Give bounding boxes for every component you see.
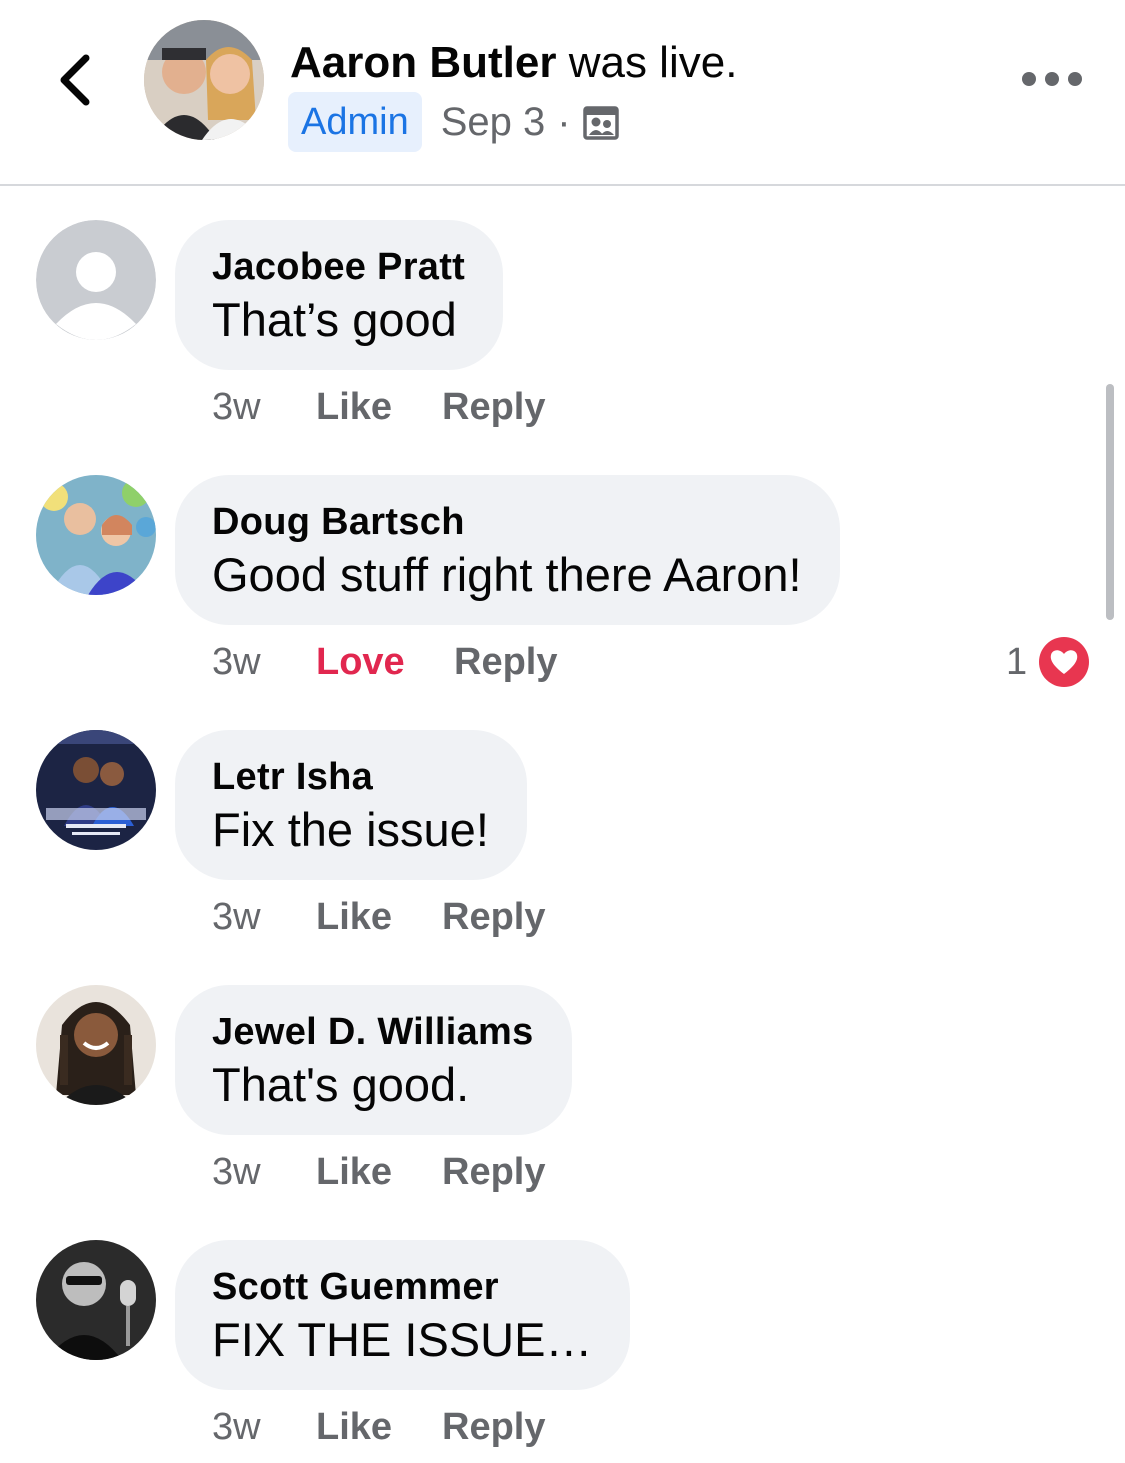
comment-bubble[interactable]: Scott Guemmer FIX THE ISSUE… — [175, 1240, 631, 1390]
comment-item: Jewel D. Williams That's good. 3w Like R… — [0, 985, 1125, 1205]
comment-bubble[interactable]: Jacobee Pratt That’s good — [175, 220, 504, 370]
post-title: Aaron Butler was live. — [290, 38, 737, 88]
comment-actions: 3w Like Reply — [212, 1147, 545, 1197]
reply-button[interactable]: Reply — [442, 1406, 545, 1449]
reply-button[interactable]: Reply — [442, 386, 545, 429]
commenter-avatar[interactable] — [36, 985, 156, 1105]
reply-button[interactable]: Reply — [442, 896, 545, 939]
comment-text: Good stuff right there Aaron! — [212, 548, 802, 601]
comment-bubble[interactable]: Jewel D. Williams That's good. — [175, 985, 572, 1135]
reply-button[interactable]: Reply — [454, 641, 557, 684]
reaction-count: 1 — [1006, 640, 1028, 683]
host-name[interactable]: Aaron Butler — [290, 38, 556, 87]
comment-text: Fix the issue! — [212, 803, 489, 856]
comment-text: That’s good — [212, 293, 457, 346]
post-date[interactable]: Sep 3 — [441, 100, 546, 145]
commenter-name[interactable]: Scott Guemmer — [212, 1264, 592, 1310]
comment-item: Jacobee Pratt That’s good 3w Like Reply — [0, 220, 1125, 440]
default-avatar-icon[interactable] — [36, 220, 156, 340]
like-button[interactable]: Like — [316, 386, 442, 429]
comment-actions: 3w Like Reply — [212, 892, 545, 942]
more-options-icon — [1068, 72, 1082, 86]
commenter-avatar[interactable] — [36, 730, 156, 850]
comment-actions: 3w Like Reply — [212, 382, 545, 432]
comment-actions: 3w Like Reply — [212, 1402, 545, 1452]
chevron-left-icon — [60, 54, 90, 106]
comment-item: Letr Isha Fix the issue! 3w Like Reply — [0, 730, 1125, 950]
heart-icon — [1039, 637, 1090, 687]
comment-text: FIX THE ISSUE… — [212, 1313, 593, 1366]
comment-time[interactable]: 3w — [212, 386, 316, 429]
meta-separator: · — [557, 99, 571, 144]
commenter-avatar[interactable] — [36, 475, 156, 595]
comment-time[interactable]: 3w — [212, 1406, 316, 1449]
comment-item: Doug Bartsch Good stuff right there Aaro… — [0, 475, 1125, 695]
comment-time[interactable]: 3w — [212, 641, 316, 684]
commenter-name[interactable]: Letr Isha — [212, 754, 489, 800]
back-button[interactable] — [44, 44, 104, 116]
commenter-name[interactable]: Jewel D. Williams — [212, 1009, 534, 1055]
reaction-summary[interactable]: 1 — [1006, 637, 1090, 687]
comment-bubble[interactable]: Letr Isha Fix the issue! — [175, 730, 527, 880]
commenter-avatar[interactable] — [36, 1240, 156, 1360]
group-audience-icon — [582, 106, 619, 140]
host-avatar[interactable] — [144, 20, 264, 140]
commenter-name[interactable]: Doug Bartsch — [212, 499, 802, 545]
like-button[interactable]: Like — [316, 896, 442, 939]
like-button[interactable]: Like — [316, 1406, 442, 1449]
comment-text: That's good. — [212, 1058, 470, 1111]
admin-badge: Admin — [288, 92, 422, 152]
reply-button[interactable]: Reply — [442, 1151, 545, 1194]
post-header: Aaron Butler was live. Admin Sep 3 · — [0, 0, 1125, 186]
comment-item: Scott Guemmer FIX THE ISSUE… 3w Like Rep… — [0, 1240, 1125, 1460]
comment-time[interactable]: 3w — [212, 1151, 316, 1194]
like-button[interactable]: Like — [316, 1151, 442, 1194]
love-button[interactable]: Love — [316, 641, 454, 684]
comment-bubble[interactable]: Doug Bartsch Good stuff right there Aaro… — [175, 475, 840, 625]
commenter-name[interactable]: Jacobee Pratt — [212, 244, 465, 290]
more-options-icon — [1045, 72, 1059, 86]
post-meta: Admin Sep 3 · — [288, 92, 619, 152]
comment-actions: 3w Love Reply — [212, 637, 557, 687]
comment-time[interactable]: 3w — [212, 896, 316, 939]
more-options-button[interactable] — [1022, 64, 1082, 94]
more-options-icon — [1022, 72, 1036, 86]
title-suffix: was live. — [556, 38, 738, 87]
